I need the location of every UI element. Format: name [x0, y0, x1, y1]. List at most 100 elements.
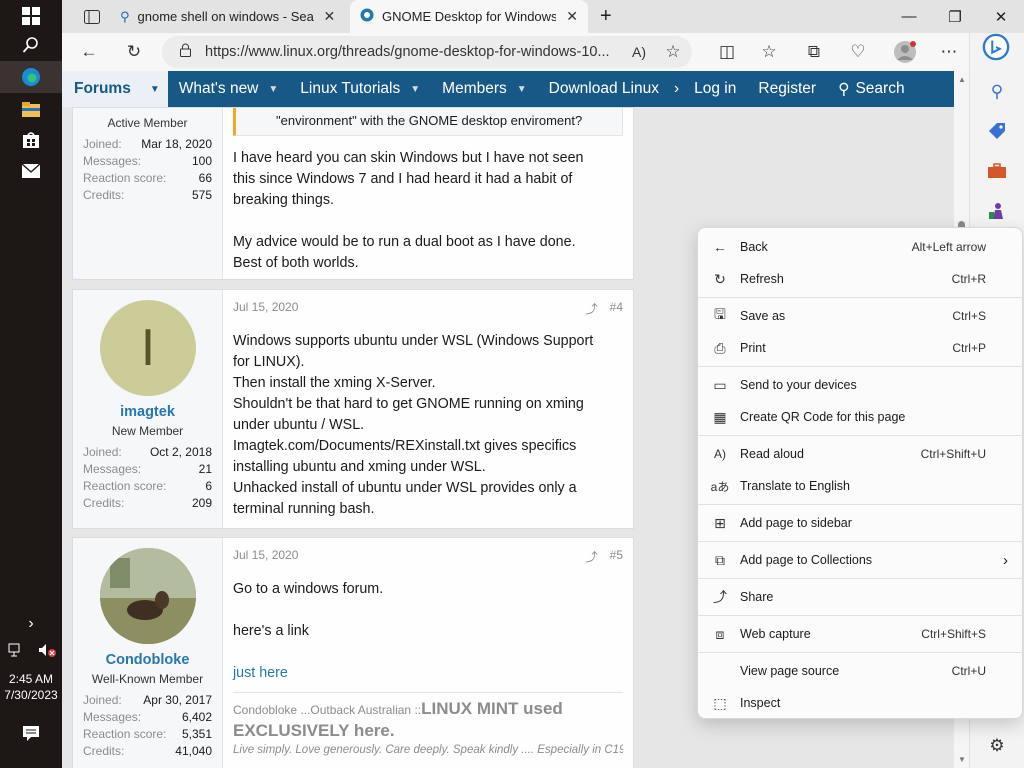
signature-small: Condobloke ...Outback Australian ::	[233, 703, 422, 717]
menu-separator	[698, 366, 1024, 367]
post-number[interactable]: #4	[610, 300, 623, 318]
menu-item-share[interactable]: ⤴ Share	[698, 581, 1024, 613]
quote-text: "environment" with the GNOME desktop env…	[276, 113, 583, 128]
user-stats: Joined: Oct 2, 2018 Messages: 21 Reaction …	[73, 444, 222, 512]
menu-item-refresh[interactable]: ↻ Refresh Ctrl+R	[698, 263, 1024, 295]
sidebar-shopping-button[interactable]	[983, 117, 1011, 145]
edge-taskbar-icon[interactable]	[0, 61, 62, 93]
tab-actions-button[interactable]	[74, 0, 110, 33]
file-explorer-icon[interactable]	[15, 93, 47, 125]
lock-icon[interactable]	[180, 43, 191, 61]
nav-forums-dropdown[interactable]: ▼	[141, 71, 168, 107]
sidebar-search-button[interactable]: ⚲	[983, 78, 1011, 106]
stat-value: 66	[198, 171, 212, 185]
chevron-down-icon[interactable]: ▼	[410, 84, 420, 95]
nav-linux-tutorials[interactable]: Linux Tutorials ▼	[289, 71, 431, 107]
stat-key: Joined:	[83, 137, 122, 151]
username[interactable]: imagtek	[73, 404, 222, 420]
menu-separator	[698, 615, 1024, 616]
star-icon: ☆	[665, 42, 681, 61]
nav-label: What's new	[178, 80, 259, 97]
post-link[interactable]: just here	[233, 663, 623, 684]
post-number[interactable]: #5	[610, 548, 623, 566]
menu-item-send-to-devices[interactable]: ▭ Send to your devices	[698, 369, 1024, 401]
sidebar-settings-button[interactable]: ⚙	[983, 732, 1011, 760]
menu-shortcut: Ctrl+Shift+S	[921, 627, 986, 641]
address-bar[interactable]: https://www.linux.org/threads/gnome-desk…	[162, 36, 692, 68]
more-menu-button[interactable]: ⋯	[932, 36, 966, 68]
volume-muted-icon[interactable]	[38, 643, 56, 657]
close-tab-icon[interactable]: ✕	[566, 8, 578, 25]
menu-item-web-capture[interactable]: ⧈ Web capture Ctrl+Shift+S	[698, 618, 1024, 650]
nav-scroll-right[interactable]: ›	[670, 71, 683, 107]
stat-key: Credits:	[83, 188, 125, 202]
menu-item-qr-code[interactable]: ▦ Create QR Code for this page	[698, 401, 1024, 433]
avatar[interactable]: I	[100, 300, 196, 396]
profile-button[interactable]	[888, 36, 922, 68]
chevron-right-icon: ›	[1003, 551, 1008, 569]
notifications-icon[interactable]	[15, 717, 47, 749]
favorite-button[interactable]: ☆	[656, 36, 690, 68]
network-icon[interactable]	[8, 643, 24, 657]
bing-chat-button[interactable]	[982, 33, 1010, 61]
search-icon[interactable]	[15, 29, 47, 61]
collections-button[interactable]: ⧉	[797, 36, 831, 68]
browser-essentials-button[interactable]: ♡	[841, 36, 875, 68]
tab-search[interactable]: ⚲ gnome shell on windows - Search ✕	[110, 0, 348, 33]
share-icon[interactable]: ⤴	[586, 548, 598, 566]
menu-item-print[interactable]: ⎙ Print Ctrl+P	[698, 332, 1024, 364]
menu-item-back[interactable]: ← Back Alt+Left arrow	[698, 231, 1024, 263]
tab-actions-icon	[84, 9, 100, 24]
avatar[interactable]	[100, 548, 196, 644]
post-date[interactable]: Jul 15, 2020	[233, 300, 298, 318]
new-tab-button[interactable]: +	[590, 0, 622, 33]
split-screen-button[interactable]: ◫	[710, 36, 744, 68]
chevron-down-icon[interactable]: ▼	[517, 84, 527, 95]
system-clock[interactable]: 2:45 AM 7/30/2023	[0, 671, 62, 703]
nav-login[interactable]: Log in	[683, 71, 747, 107]
menu-item-save-as[interactable]: 🖫 Save as Ctrl+S	[698, 300, 1024, 332]
refresh-button[interactable]: ↻	[117, 36, 151, 68]
back-button[interactable]: ←	[72, 36, 106, 68]
menu-separator	[698, 504, 1024, 505]
store-icon[interactable]	[15, 124, 47, 156]
post-line: here's a link	[233, 623, 309, 639]
windows-start-icon[interactable]	[15, 0, 47, 32]
menu-item-translate[interactable]: aあ Translate to English	[698, 470, 1024, 502]
sidebar-games-button[interactable]	[983, 197, 1011, 225]
menu-item-view-source[interactable]: View page source Ctrl+U	[698, 655, 1024, 687]
close-window-icon[interactable]: ✕	[978, 0, 1024, 33]
chevron-down-icon[interactable]: ▼	[268, 84, 278, 95]
menu-item-add-to-sidebar[interactable]: ⊞ Add page to sidebar	[698, 507, 1024, 539]
minimize-icon[interactable]: —	[886, 0, 932, 33]
nav-forums[interactable]: Forums	[62, 71, 143, 107]
username[interactable]: Condobloke	[73, 652, 222, 668]
close-tab-icon[interactable]: ✕	[324, 8, 336, 25]
favorites-button[interactable]: ☆	[752, 36, 786, 68]
scroll-down-arrow[interactable]: ▼	[958, 755, 966, 764]
tab-active[interactable]: GNOME Desktop for Windows 10 | ✕	[350, 0, 588, 33]
menu-item-inspect[interactable]: ⬚ Inspect	[698, 687, 1024, 719]
nav-members[interactable]: Members ▼	[431, 71, 538, 107]
nav-whats-new[interactable]: What's new ▼	[168, 71, 290, 107]
scroll-up-arrow[interactable]: ▲	[958, 75, 966, 84]
nav-download-linux[interactable]: Download Linux	[538, 71, 670, 107]
menu-item-read-aloud[interactable]: A) Read aloud Ctrl+Shift+U	[698, 438, 1024, 470]
signature-big: LINUX MINT used	[421, 699, 563, 718]
post-line: Windows supports ubuntu under WSL (Windo…	[233, 333, 594, 349]
post-date[interactable]: Jul 15, 2020	[233, 548, 298, 566]
clock-date: 7/30/2023	[4, 688, 58, 702]
mail-icon[interactable]	[15, 155, 47, 187]
stat-value: 100	[191, 154, 212, 168]
devices-icon: ▭	[713, 376, 727, 393]
nav-register[interactable]: Register	[747, 71, 827, 107]
share-icon[interactable]: ⤴	[586, 300, 598, 318]
menu-item-add-to-collections[interactable]: ⧉ Add page to Collections ›	[698, 544, 1024, 576]
menu-label: Refresh	[740, 272, 784, 286]
read-aloud-button[interactable]: A)	[622, 36, 656, 68]
nav-search[interactable]: ⚲ Search	[827, 71, 915, 107]
restore-icon[interactable]: ❐	[932, 0, 978, 33]
save-icon: 🖫	[714, 306, 726, 322]
nav-label: Linux Tutorials	[300, 80, 401, 97]
sidebar-tools-button[interactable]	[983, 157, 1011, 185]
